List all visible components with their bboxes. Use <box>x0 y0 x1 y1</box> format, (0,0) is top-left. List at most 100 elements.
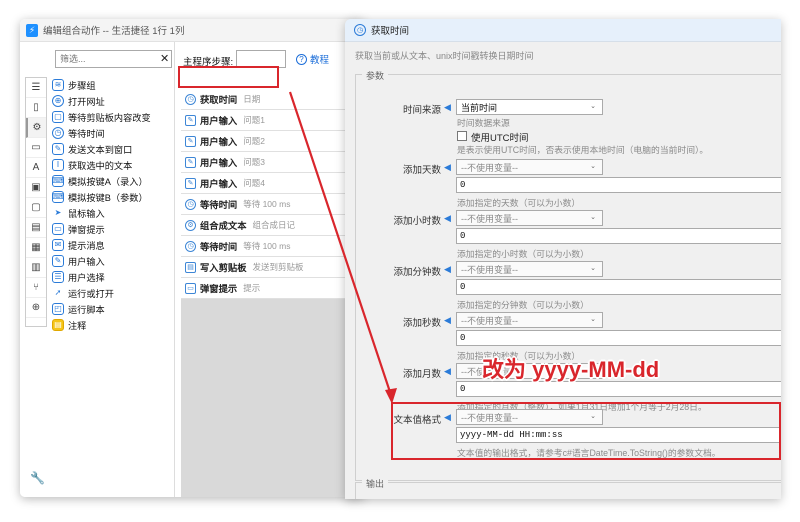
tutorial-link[interactable]: ? 教程 <box>296 52 329 66</box>
main-program-panel: 主程序步骤: ? 教程 ◷ 获取时间 日期 ✎ 用户输入 问题1 ✎ 用户输入 问题2 ✎ 用户输入… <box>176 42 365 497</box>
action-item-label: 步骤组 <box>68 81 96 91</box>
chevron-down-icon: ⌄ <box>590 163 596 170</box>
action-item-label: 获取选中的文本 <box>68 161 133 171</box>
clock-icon: ◷ <box>52 127 64 139</box>
field-hint: 添加指定的天数（可以为小数） <box>457 198 581 208</box>
user-input-icon: ✎ <box>185 135 196 147</box>
field-variable-select[interactable]: --不使用变量-- ⌄ <box>456 261 603 277</box>
program-step-name: 获取时间 <box>200 95 238 105</box>
branch-icon[interactable]: ⑂ <box>26 278 46 298</box>
clock-icon: ◷ <box>185 198 196 210</box>
wrench-icon[interactable]: 🔧 <box>30 471 45 485</box>
program-step-name: 弹窗提示 <box>200 284 238 294</box>
program-step-note: 等待 100 ms <box>243 199 291 209</box>
action-item[interactable]: ⌨ 模拟按键A（录入） <box>50 173 174 189</box>
window-icon[interactable]: ▭ <box>26 138 46 158</box>
field-label: 添加秒数 <box>402 318 441 329</box>
action-item-label: 提示消息 <box>68 241 105 251</box>
program-step[interactable]: ✎ 用户输入 问题4 <box>181 173 365 194</box>
send-text-icon: ✎ <box>52 143 64 155</box>
grid-icon[interactable]: ▥ <box>26 258 46 278</box>
clipboard-icon[interactable]: ▢ <box>26 198 46 218</box>
arrow-left-icon: ◀ <box>444 213 451 223</box>
program-step[interactable]: ◷ 获取时间 日期 <box>181 89 365 110</box>
action-item[interactable]: ✎ 用户输入 <box>50 253 174 269</box>
program-step-name: 等待时间 <box>200 242 238 252</box>
gear-icon[interactable]: ⚙ <box>26 118 46 138</box>
utc-hint: 是表示使用UTC时间，否表示使用本地时间（电脑的当前时间）。 <box>457 145 709 155</box>
field-variable-select[interactable]: --不使用变量-- ⌄ <box>456 312 603 328</box>
field-select-value: --不使用变量-- <box>461 213 518 224</box>
clear-filter-icon[interactable]: ✕ <box>160 53 169 65</box>
action-item[interactable]: ≋ 步骤组 <box>50 77 174 93</box>
program-step[interactable]: ✎ 用户输入 问题3 <box>181 152 365 173</box>
program-step[interactable]: ◷ 等待时间 等待 100 ms <box>181 194 365 215</box>
action-item-label: 打开网址 <box>68 97 105 107</box>
highlight-get-time-step <box>178 66 279 88</box>
action-item[interactable]: ➚ 运行或打开 <box>50 285 174 301</box>
windows-icon[interactable]: ▦ <box>26 238 46 258</box>
time-source-select[interactable]: 当前时间 ⌄ <box>456 99 603 115</box>
field-value-input[interactable]: 0 <box>456 228 781 244</box>
dialog-title: 获取时间 <box>371 26 410 37</box>
action-item[interactable]: ◰ 运行脚本 <box>50 301 174 317</box>
filter-input[interactable] <box>60 54 158 64</box>
program-step-name: 用户输入 <box>200 158 238 168</box>
tutorial-label: 教程 <box>310 55 330 66</box>
action-item[interactable]: I 获取选中的文本 <box>50 157 174 173</box>
action-item[interactable]: ⌨ 模拟按键B（参数） <box>50 189 174 205</box>
time-source-hint: 时间数据来源 <box>457 118 510 128</box>
keyboard-icon: ⌨ <box>52 191 64 203</box>
field-value-input[interactable]: 0 <box>456 177 781 193</box>
field-select-value: --不使用变量-- <box>461 162 518 173</box>
action-item[interactable]: ✎ 发送文本到窗口 <box>50 141 174 157</box>
field-hint: 添加指定的分钟数（可以为小数） <box>457 300 589 310</box>
program-step[interactable]: ⚙ 组合成文本 组合成日记 <box>181 215 365 236</box>
user-select-icon: ☰ <box>52 271 64 283</box>
program-step-name: 用户输入 <box>200 137 238 147</box>
help-circle-icon: ? <box>296 53 307 65</box>
program-step-name: 用户输入 <box>200 116 238 126</box>
user-input-icon: ✎ <box>185 156 196 168</box>
keyboard-icon: ⌨ <box>52 175 64 187</box>
field-label: 添加小时数 <box>393 216 441 227</box>
field-hint: 添加指定的小时数（可以为小数） <box>457 249 589 259</box>
action-item[interactable]: ▭ 弹窗提示 <box>50 221 174 237</box>
action-item[interactable]: ➤ 鼠标输入 <box>50 205 174 221</box>
popup-icon: ▭ <box>52 223 64 235</box>
document-icon[interactable]: ▤ <box>26 218 46 238</box>
action-item-label: 注释 <box>68 321 87 331</box>
program-step[interactable]: ▤ 写入剪贴板 发送到剪贴板 <box>181 257 365 278</box>
action-item[interactable]: ⊕ 打开网址 <box>50 93 174 109</box>
program-step-note: 问题4 <box>243 178 265 188</box>
action-item[interactable]: ◷ 等待时间 <box>50 125 174 141</box>
main-titlebar: ⚡ 编辑组合动作 -- 生活捷径 1行 1列 <box>20 19 365 42</box>
field-variable-select[interactable]: --不使用变量-- ⌄ <box>456 159 603 175</box>
field-value-input[interactable]: 0 <box>456 279 781 295</box>
action-item[interactable]: ✉ 提示消息 <box>50 237 174 253</box>
field-value-input[interactable]: 0 <box>456 330 781 346</box>
program-step-name: 写入剪贴板 <box>200 263 247 273</box>
globe-icon[interactable]: ⊕ <box>26 298 46 318</box>
program-step-note: 提示 <box>243 283 261 293</box>
action-item[interactable]: ▢ 等待剪贴板内容改变 <box>50 109 174 125</box>
list-icon[interactable]: ☰ <box>26 78 46 98</box>
program-step[interactable]: ▭ 弹窗提示 提示 <box>181 278 365 299</box>
program-step[interactable]: ◷ 等待时间 等待 100 ms <box>181 236 365 257</box>
program-step[interactable]: ✎ 用户输入 问题2 <box>181 131 365 152</box>
time-source-value: 当前时间 <box>461 102 498 113</box>
program-step-note: 问题1 <box>243 115 265 125</box>
program-step[interactable]: ✎ 用户输入 问题1 <box>181 110 365 131</box>
bookmark-icon[interactable]: ▯ <box>26 98 46 118</box>
output-legend: 输出 <box>362 477 389 490</box>
utc-checkbox[interactable] <box>457 131 467 141</box>
program-step-note: 发送到剪贴板 <box>252 262 304 272</box>
text-icon[interactable]: A <box>26 158 46 178</box>
dialog-titlebar: ◷ 获取时间 <box>345 19 781 42</box>
utc-label: 使用UTC时间 <box>471 133 529 144</box>
field-variable-select[interactable]: --不使用变量-- ⌄ <box>456 210 603 226</box>
action-item[interactable]: ☰ 用户选择 <box>50 269 174 285</box>
main-window-title: 编辑组合动作 -- 生活捷径 1行 1列 <box>43 26 185 37</box>
action-item[interactable]: ▤ 注释 <box>50 317 174 333</box>
image-icon[interactable]: ▣ <box>26 178 46 198</box>
